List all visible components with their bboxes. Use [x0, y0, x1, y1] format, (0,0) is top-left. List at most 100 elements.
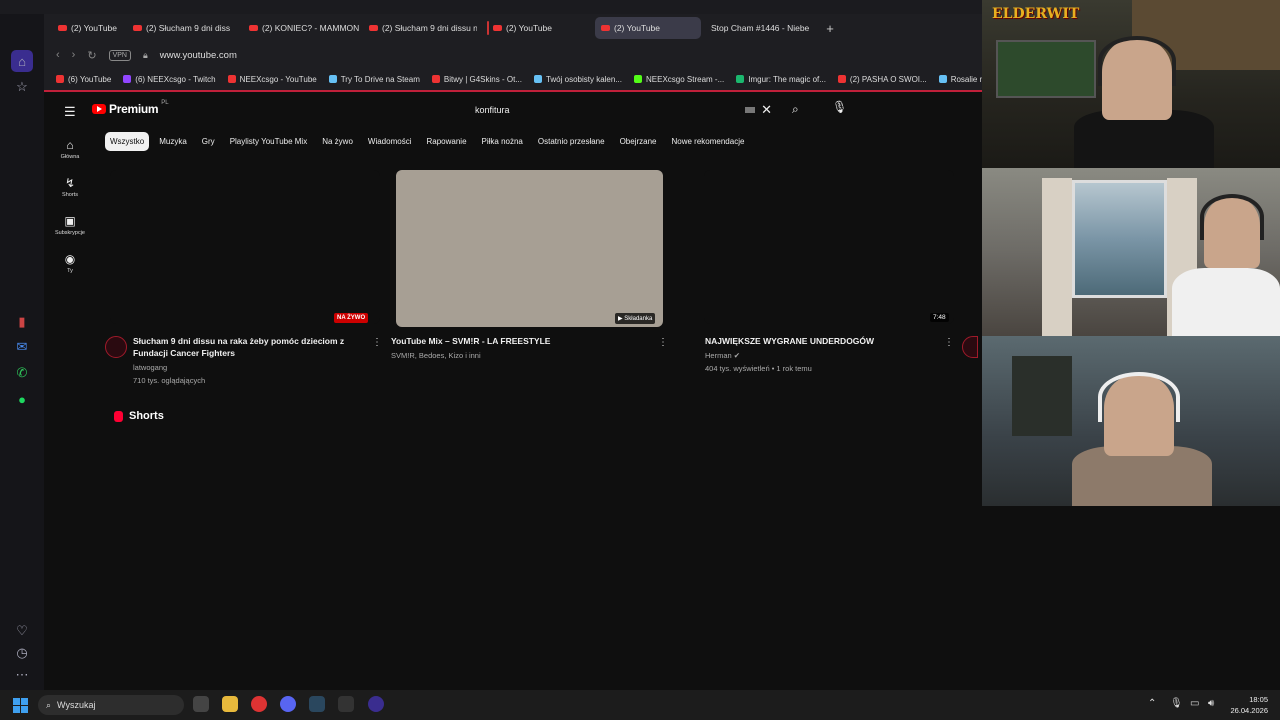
keyboard-icon[interactable]: [745, 107, 756, 113]
network-icon[interactable]: ▭: [1190, 698, 1199, 709]
windows-start-icon[interactable]: [13, 698, 28, 713]
video-thumbnail[interactable]: [110, 170, 380, 324]
reload-icon[interactable]: ↻: [87, 49, 96, 62]
menu-icon[interactable]: ☰: [64, 104, 76, 120]
webcam-streamer-2: [982, 168, 1280, 336]
shorts-icon: [114, 410, 123, 422]
opera-icon[interactable]: [368, 696, 384, 712]
taskbar-search[interactable]: ⌕ Wyszukaj: [38, 695, 184, 715]
microphone-tray-icon[interactable]: 🎙︎: [1170, 698, 1183, 709]
whatsapp-icon[interactable]: ✆: [11, 362, 33, 384]
guide-label: Główna: [60, 154, 80, 160]
forward-icon[interactable]: ›: [72, 49, 76, 61]
tab[interactable]: (2) Słucham 9 dni diss: [127, 17, 235, 39]
bookmark[interactable]: Bitwy | G4Skins - Ot...: [431, 75, 522, 84]
bookmark[interactable]: NEEXcsgo - YouTube: [227, 75, 317, 84]
channel-name[interactable]: latwogang: [133, 361, 167, 374]
tab[interactable]: Stop Cham #1446 - Niebe: [705, 17, 817, 39]
pin-icon[interactable]: ☆: [11, 76, 33, 98]
guide-item-home[interactable]: ⌂ Główna: [54, 138, 86, 160]
vpn-badge[interactable]: VPN: [108, 49, 131, 61]
video-title[interactable]: Słucham 9 dni dissu na raka żeby pomóc d…: [133, 335, 363, 359]
file-explorer-icon[interactable]: [222, 696, 238, 712]
app-icon[interactable]: [338, 696, 354, 712]
chip-recently-uploaded[interactable]: Ostatnio przesłane: [533, 132, 610, 151]
guide-item-shorts[interactable]: ↯ Shorts: [54, 176, 86, 198]
bookmark-label: NEEXcsgo Stream -...: [646, 74, 725, 84]
bookmark[interactable]: Imgur: The magic of...: [736, 75, 826, 84]
url-field[interactable]: www.youtube.com: [160, 50, 237, 61]
channel-name[interactable]: SVM!R, Bedoes, Kizo i inni: [391, 349, 481, 362]
heart-icon[interactable]: ♡: [11, 620, 33, 642]
bookmark[interactable]: (6) NEEXcsgo - Twitch: [123, 75, 216, 84]
youtube-logo[interactable]: Premium PL: [92, 100, 169, 116]
guide-item-you[interactable]: ◉ Ty: [54, 252, 86, 274]
clear-search-icon[interactable]: ✕: [761, 102, 772, 118]
channel-name[interactable]: Herman ✔︎: [705, 349, 740, 362]
tab[interactable]: (2) KONIEC? - MAMMON: [239, 17, 359, 39]
back-icon[interactable]: ‹: [56, 49, 60, 61]
chrome-icon[interactable]: [251, 696, 267, 712]
bookmark[interactable]: (6) YouTube: [56, 75, 111, 84]
task-view-icon[interactable]: [193, 696, 209, 712]
video-thumbnail[interactable]: [704, 170, 954, 324]
chip-music[interactable]: Muzyka: [154, 132, 192, 151]
bookmark-favicon-icon: [634, 75, 642, 83]
chip-news[interactable]: Wiadomości: [363, 132, 417, 151]
webcam-streamer-1: [982, 0, 1280, 168]
bookmark[interactable]: Try To Drive na Steam: [328, 75, 420, 84]
live-badge: NA ŻYWO: [334, 313, 369, 323]
tab[interactable]: (2) YouTube: [52, 17, 123, 39]
more-actions-icon[interactable]: ⋮: [944, 337, 954, 348]
bookmark-favicon-icon: [227, 75, 236, 83]
chip-football[interactable]: Piłka nożna: [477, 132, 528, 151]
tab-label: Stop Cham #1446 - Niebe: [711, 23, 810, 33]
tab-bar: (2) YouTube (2) Słucham 9 dni diss (2) K…: [44, 14, 982, 42]
more-actions-icon[interactable]: ⋮: [372, 337, 382, 348]
chip-mix-playlists[interactable]: Playlisty YouTube Mix: [225, 132, 313, 151]
guide-item-subscriptions[interactable]: ▣ Subskrypcje: [54, 214, 86, 236]
clock[interactable]: 18:05 26.04.2026: [1230, 694, 1268, 716]
clock-time: 18:05: [1249, 695, 1268, 704]
history-icon[interactable]: ◷: [11, 642, 33, 664]
bookmark[interactable]: NEEXcsgo Stream -...: [634, 75, 724, 84]
search-box[interactable]: konfitura ✕ ⌕: [462, 100, 799, 120]
tray-expand-icon[interactable]: ⌃: [1148, 698, 1156, 709]
curtain: [1042, 178, 1072, 336]
messenger-icon[interactable]: ✉: [11, 336, 33, 358]
screen: ⌂ ☆ ▮ ✉ ✆ ● ♡ ◷ ⋯ (2) YouTube (2) Słucha…: [0, 0, 1280, 720]
avatar[interactable]: [962, 336, 978, 358]
tab[interactable]: (2) YouTube: [481, 17, 591, 39]
subscriptions-icon: ▣: [64, 214, 76, 228]
avatar[interactable]: [105, 336, 127, 358]
video-title[interactable]: YouTube Mix – SVM!R - LA FREESTYLE: [391, 335, 641, 347]
spotify-icon[interactable]: ●: [11, 388, 33, 410]
aquarium: [996, 40, 1096, 98]
steam-icon[interactable]: [309, 696, 325, 712]
volume-icon[interactable]: 🔊︎: [1208, 698, 1214, 709]
video-thumbnail[interactable]: [396, 170, 663, 327]
bookmark[interactable]: (2) PASHA O SWOI...: [837, 75, 927, 84]
chip-rap[interactable]: Rapowanie: [421, 132, 471, 151]
chip-games[interactable]: Gry: [197, 132, 220, 151]
chip-watched[interactable]: Obejrzane: [615, 132, 662, 151]
new-tab-button[interactable]: +: [821, 19, 839, 37]
twitch-icon[interactable]: ▮: [11, 311, 33, 333]
chip-all[interactable]: Wszystko: [105, 132, 150, 151]
bookmark-favicon-icon: [736, 75, 745, 83]
tab[interactable]: (2) Słucham 9 dni dissu n: [363, 17, 477, 39]
home-icon[interactable]: ⌂: [11, 50, 33, 72]
chip-live[interactable]: Na żywo: [317, 132, 358, 151]
search-icon[interactable]: ⌕: [792, 102, 799, 117]
discord-icon[interactable]: [280, 696, 296, 712]
bookmark[interactable]: Twój osobisty kalen...: [533, 75, 622, 84]
lock-icon[interactable]: 🔒︎: [143, 50, 148, 61]
video-title[interactable]: NAJWIĘKSZE WYGRANE UNDERDOGÓW: [705, 335, 945, 347]
microphone-icon[interactable]: 🎙︎: [832, 100, 847, 114]
bookmark-favicon-icon: [431, 75, 440, 83]
more-icon[interactable]: ⋯: [11, 664, 33, 686]
search-input[interactable]: konfitura: [462, 105, 745, 115]
tab-active[interactable]: (2) YouTube: [595, 17, 701, 39]
more-actions-icon[interactable]: ⋮: [658, 337, 668, 348]
chip-new-recommendations[interactable]: Nowe rekomendacje: [667, 132, 750, 151]
